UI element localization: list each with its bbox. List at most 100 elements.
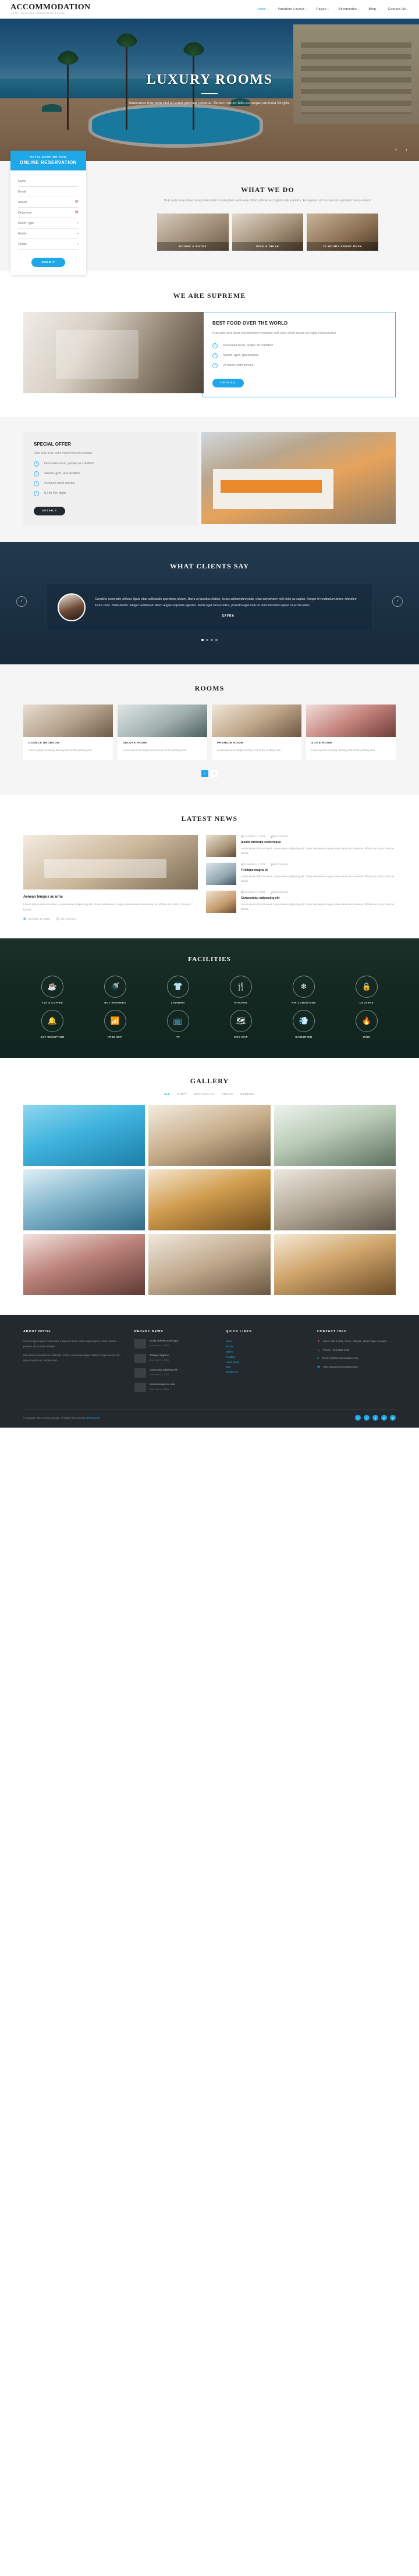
card-dine-and-drink[interactable]: DINE & DRINK — [232, 213, 304, 251]
dot-indicator[interactable] — [215, 638, 218, 641]
facility-tv[interactable]: 📺 TV — [149, 1010, 207, 1038]
hero-prev-arrow[interactable]: ‹ — [395, 147, 397, 153]
list-item[interactable]: Facilities — [226, 1355, 304, 1360]
childs-select[interactable] — [18, 243, 75, 246]
card-rooms-and-rates[interactable]: ROOMS & RATES — [157, 213, 229, 251]
gallery-item[interactable] — [148, 1234, 271, 1296]
gallery-item[interactable] — [148, 1169, 271, 1231]
list-item[interactable]: Aenean tempus ac urna November 11, 2016 — [134, 1383, 213, 1393]
booking-field-arrival[interactable]: 📅 — [18, 197, 79, 208]
featured-news[interactable]: Aenean tempus ac urna Lorem ipsum dolor … — [23, 835, 198, 921]
gallery-item[interactable] — [23, 1105, 145, 1166]
footer-link-facilities[interactable]: Facilities — [226, 1355, 235, 1358]
dot-indicator[interactable] — [206, 638, 208, 641]
facility-hairdryer[interactable]: 💨 HAIRDRYER — [275, 1010, 333, 1038]
arrival-input[interactable] — [18, 201, 73, 204]
facility-tea-coffee[interactable]: ☕ TEA & COFFEE — [23, 976, 81, 1004]
chevron-down-icon[interactable]: ▾ — [74, 232, 79, 236]
nav-item-home[interactable]: Home ▾ — [257, 8, 269, 11]
room-card[interactable]: SUITE ROOM Lorem ipsum is simply dummy t… — [306, 704, 396, 760]
footer-link-blog[interactable]: Blog — [226, 1365, 230, 1368]
footer-link-gallery[interactable]: Gallery — [226, 1350, 233, 1353]
departure-input[interactable] — [18, 211, 73, 215]
page-button-2[interactable]: 2 — [211, 770, 218, 778]
name-input[interactable] — [18, 180, 79, 183]
list-item[interactable]: 🗓 November 11, 2016 💬 No Comment Iaculis… — [206, 835, 396, 858]
booking-field-email[interactable] — [18, 187, 79, 197]
facility-free-wifi[interactable]: 📶 FREE WIFI — [86, 1010, 144, 1038]
facility-hot-showers[interactable]: 🚿 HOT SHOWERS — [86, 976, 144, 1004]
email-input[interactable] — [18, 190, 79, 194]
dot-indicator[interactable] — [201, 638, 204, 641]
list-item[interactable]: Iaculis molestie scelerisque November 11… — [134, 1339, 213, 1349]
supreme-details-button[interactable]: DETAILS — [212, 378, 244, 387]
footer-link-home[interactable]: Home — [226, 1340, 232, 1343]
calendar-icon[interactable]: 📅 — [73, 211, 79, 215]
list-item[interactable]: Tristique magna et November 11, 2016 — [134, 1354, 213, 1364]
footer-link-contact-us[interactable]: Contact Us — [226, 1371, 238, 1374]
testimonial-next-arrow[interactable]: › — [392, 596, 403, 607]
google-plus-icon[interactable]: g — [372, 1415, 378, 1421]
booking-field-name[interactable] — [18, 176, 79, 187]
list-item[interactable]: Home — [226, 1339, 304, 1344]
gallery-item[interactable] — [274, 1105, 396, 1166]
list-item[interactable]: Contact Us — [226, 1370, 304, 1375]
site-logo[interactable]: ACCOMMODATION HOTEL BOOKING WORDPRESS TH… — [10, 3, 90, 15]
nav-item-pages[interactable]: Pages ▾ — [316, 8, 329, 11]
filter-wedding[interactable]: WEDDING — [240, 1093, 255, 1095]
facility-city-map[interactable]: 🗺 CITY MAP — [212, 1010, 270, 1038]
facility-air-conditions[interactable]: ❄ AIR CONDITIONS — [275, 976, 333, 1004]
testimonial-prev-arrow[interactable]: ‹ — [16, 596, 27, 607]
footer-link-rooms[interactable]: Rooms — [226, 1345, 233, 1348]
filter-restaurant[interactable]: RESTAURANT — [194, 1093, 215, 1095]
twitter-icon[interactable]: t — [364, 1415, 370, 1421]
card-24-hours-front-desk[interactable]: 24 HOURS FRONT DESK — [307, 213, 379, 251]
nav-item-blog[interactable]: Blog ▾ — [369, 8, 379, 11]
facility-kitchen[interactable]: 🍴 KITCHEN — [212, 976, 270, 1004]
gallery-item[interactable] — [274, 1169, 396, 1231]
gallery-item[interactable] — [23, 1169, 145, 1231]
room-card[interactable]: PREMIUM ROOM Lorem ipsum is simply dummy… — [212, 704, 301, 760]
list-item[interactable]: Gallery — [226, 1350, 304, 1355]
facebook-icon[interactable]: f — [355, 1415, 361, 1421]
page-button-1[interactable]: 1 — [201, 770, 208, 778]
chevron-down-icon[interactable]: ▾ — [74, 222, 79, 225]
facility-lockers[interactable]: 🔒 LOCKERS — [338, 976, 396, 1004]
gallery-item[interactable] — [148, 1105, 271, 1166]
room-card[interactable]: DELUXE ROOM Lorem ipsum is simply dummy … — [118, 704, 207, 760]
booking-field-childs[interactable]: ▾ — [18, 239, 79, 250]
special-offer-details-button[interactable]: DETAILS — [34, 506, 65, 515]
booking-submit-button[interactable]: SUBMIT — [31, 258, 65, 267]
filter-rooms[interactable]: ROOMS — [222, 1093, 233, 1095]
footer-link-latest-news[interactable]: Latest News — [226, 1361, 239, 1364]
room-type-select[interactable] — [18, 222, 75, 225]
gallery-item[interactable] — [23, 1234, 145, 1296]
facility-iron[interactable]: 🔥 IRON — [338, 1010, 396, 1038]
chevron-down-icon[interactable]: ▾ — [74, 243, 79, 246]
gallery-item[interactable] — [274, 1234, 396, 1296]
list-item[interactable]: Blog — [226, 1365, 304, 1370]
hero-next-arrow[interactable]: › — [406, 147, 407, 153]
linkedin-icon[interactable]: in — [381, 1415, 387, 1421]
nav-item-shortcodes[interactable]: Shortcodes ▾ — [338, 8, 359, 11]
footer-website[interactable]: Web: www.accommodation.com — [323, 1365, 358, 1369]
list-item[interactable]: 🗓 November 11, 2016 💬 No Comment Tristiq… — [206, 863, 396, 885]
list-item[interactable]: Consectetur adipiscing elit November 11,… — [134, 1368, 213, 1378]
booking-field-room-type[interactable]: ▾ — [18, 218, 79, 229]
list-item[interactable]: 🗓 November 11, 2016 💬 No Comment Consect… — [206, 891, 396, 913]
pinterest-icon[interactable]: p — [390, 1415, 396, 1421]
filter-all[interactable]: ALL — [164, 1093, 170, 1095]
nav-item-contact-us[interactable]: Contact Us ▾ — [388, 8, 409, 11]
room-card[interactable]: DOUBLE BEDROOM Lorem ipsum is simply dum… — [23, 704, 113, 760]
facility-laundry[interactable]: 👕 LAUNDRY — [149, 976, 207, 1004]
dot-indicator[interactable] — [211, 638, 213, 641]
list-item[interactable]: Rooms — [226, 1344, 304, 1350]
facility-24-7-reception[interactable]: 🔔 24/7 RECEPTION — [23, 1010, 81, 1038]
filter-party[interactable]: PARTY — [177, 1093, 187, 1095]
list-item[interactable]: Latest News — [226, 1360, 304, 1365]
footer-email[interactable]: Email: info@accommodation.com — [322, 1356, 358, 1361]
nav-item-variation-layout[interactable]: Variation Layout ▾ — [278, 8, 307, 11]
calendar-icon[interactable]: 📅 — [73, 201, 79, 204]
copyright-link[interactable]: WPElemento — [86, 1417, 100, 1419]
adults-select[interactable] — [18, 232, 75, 236]
